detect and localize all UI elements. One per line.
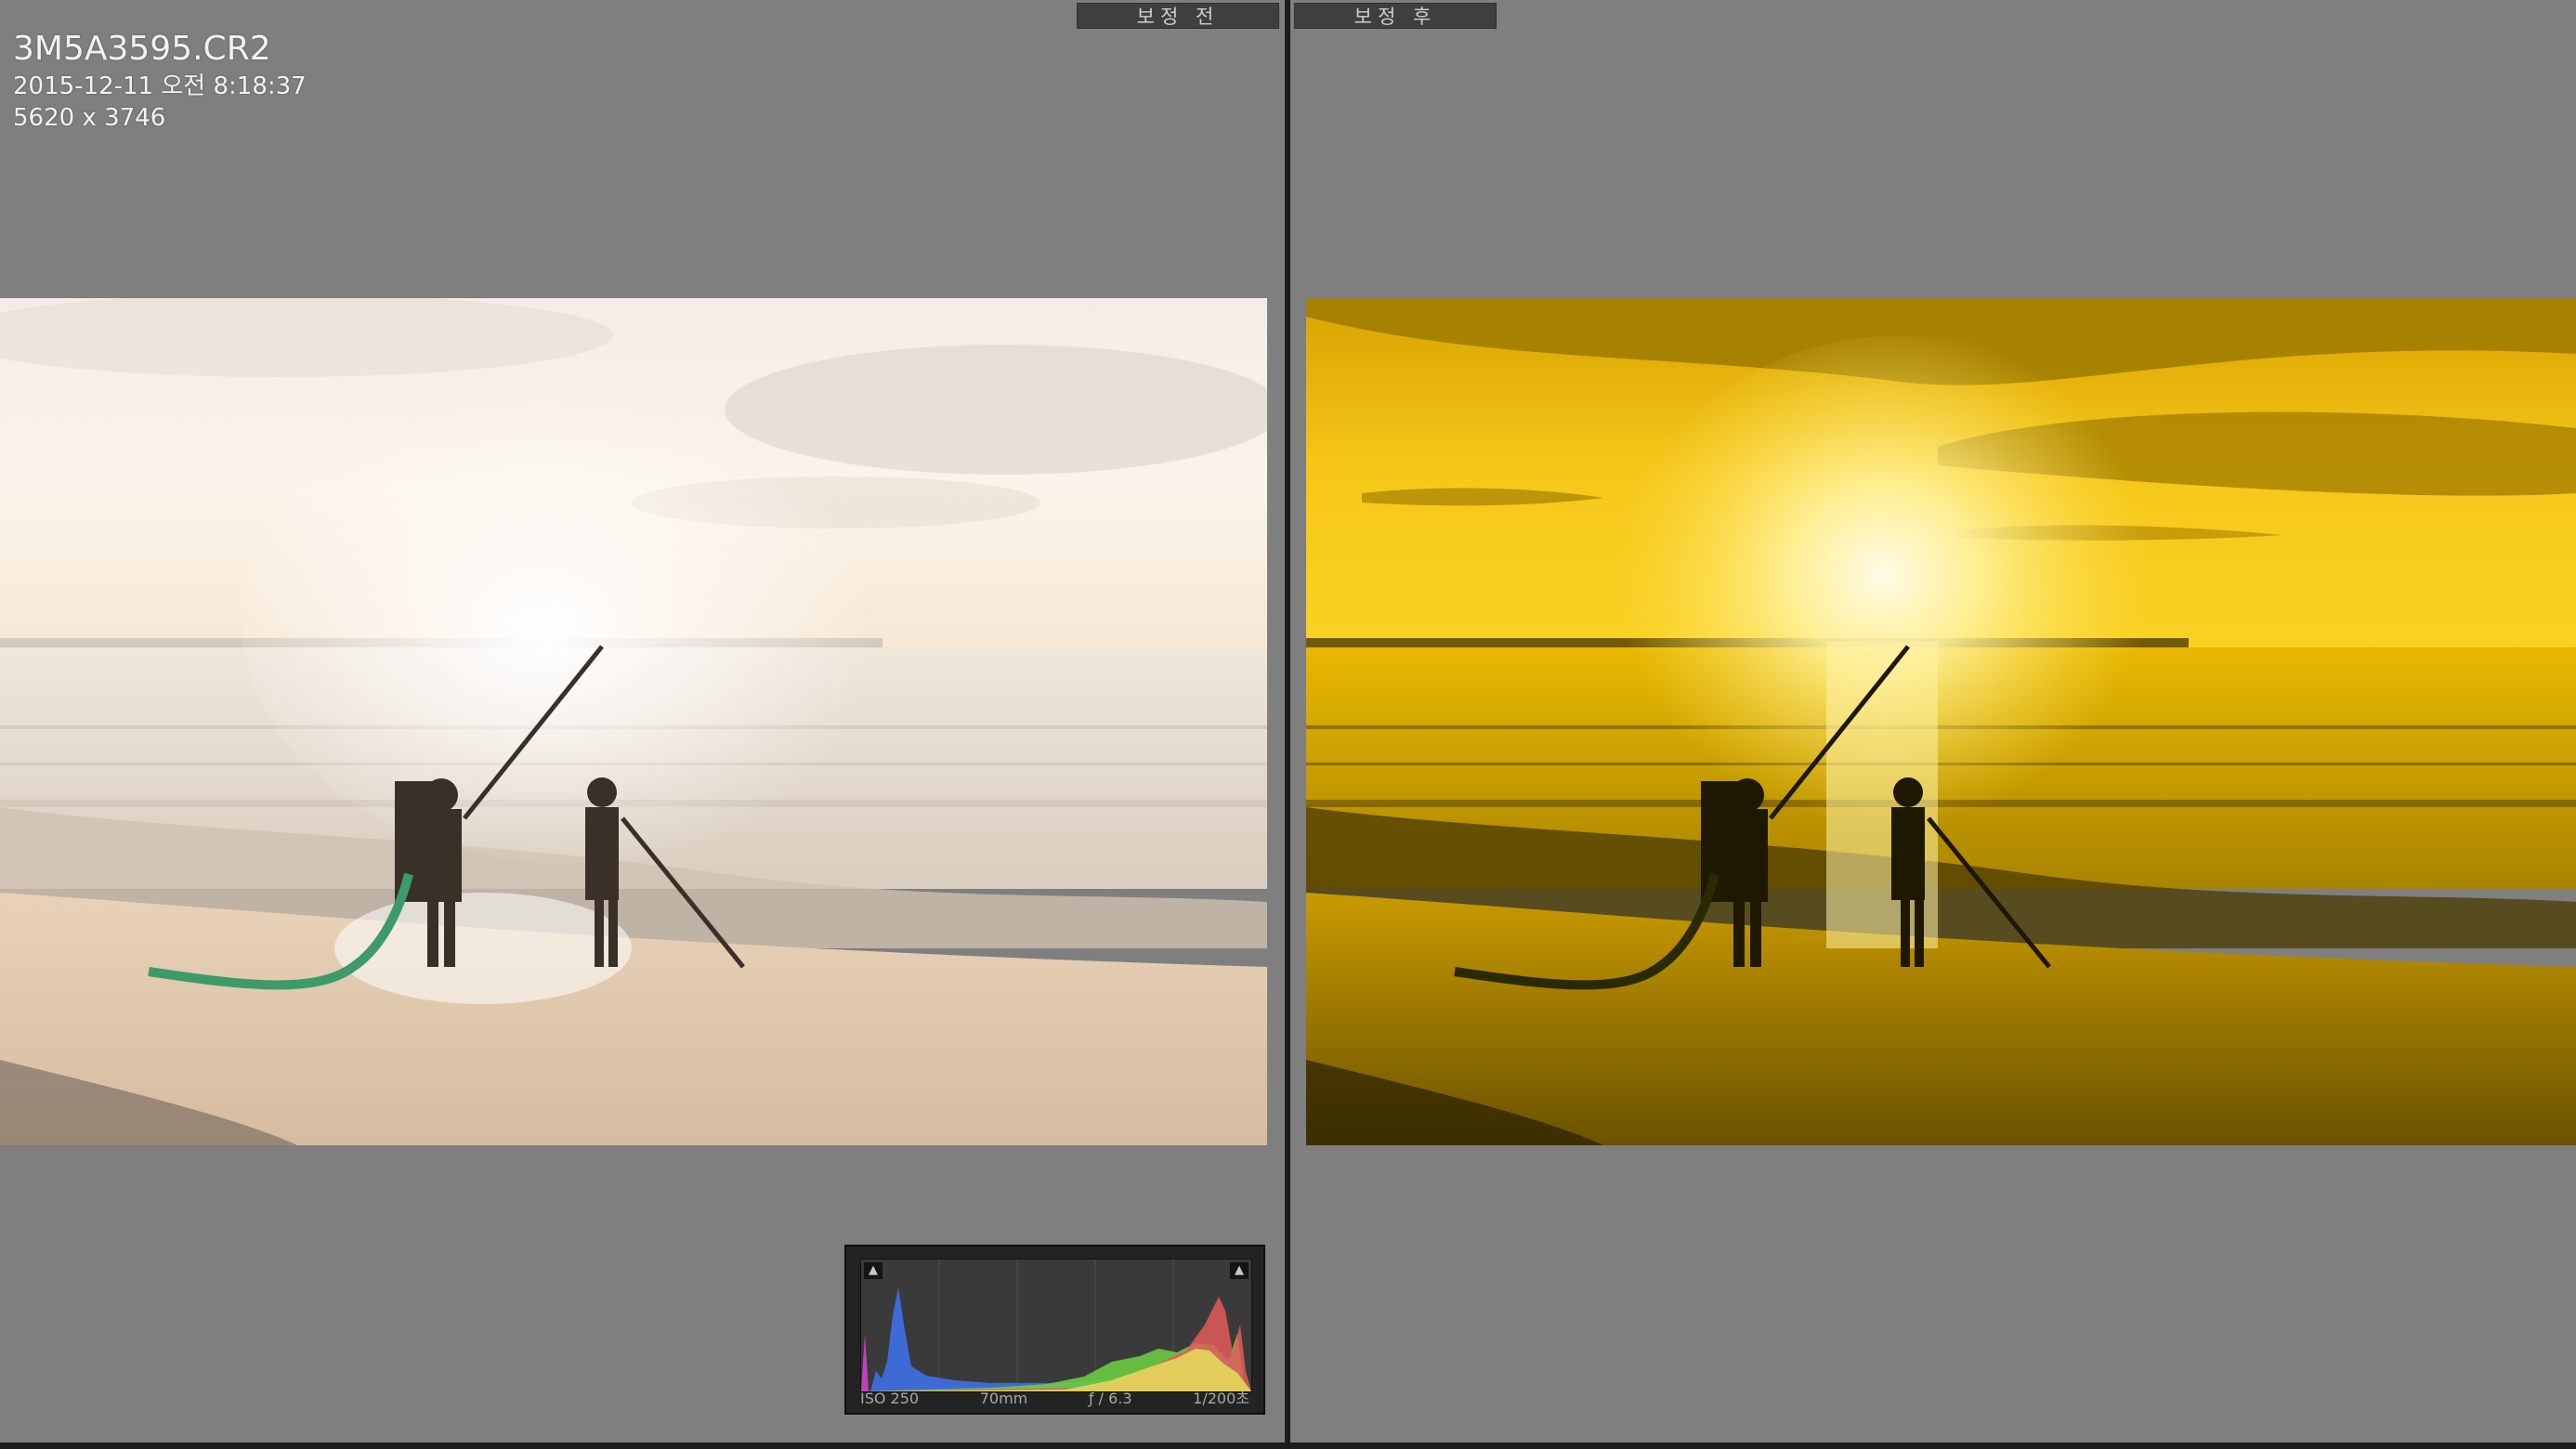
exif-aperture: ƒ / 6.3 <box>1088 1390 1132 1407</box>
file-name: 3M5A3595.CR2 <box>13 30 271 68</box>
before-photo[interactable] <box>0 298 1267 1145</box>
before-pane: 보정 전 3M5A3595.CR2 2015-12-11 오전 8:18:37 … <box>0 0 1285 1449</box>
exif-iso: ISO 250 <box>860 1390 920 1407</box>
histogram-panel: ▲ ▲ ISO 250 70mm ƒ / 6.3 1/200초 <box>844 1245 1265 1415</box>
bottom-border <box>0 1442 2576 1449</box>
image-dimensions: 5620 x 3746 <box>13 104 166 132</box>
before-after-divider[interactable] <box>1285 0 1290 1449</box>
after-photo[interactable] <box>1306 298 2576 1145</box>
after-tab[interactable]: 보정 후 <box>1294 3 1497 29</box>
before-tab[interactable]: 보정 전 <box>1077 3 1279 29</box>
exif-info-row: ISO 250 70mm ƒ / 6.3 1/200초 <box>860 1389 1249 1409</box>
highlight-clipping-toggle[interactable]: ▲ <box>1230 1262 1249 1279</box>
shadow-clipping-toggle[interactable]: ▲ <box>864 1262 883 1279</box>
before-photo-image <box>0 298 1267 1145</box>
after-photo-image <box>1306 298 2576 1145</box>
histogram-graph: ▲ ▲ <box>860 1259 1252 1392</box>
exif-shutter: 1/200초 <box>1193 1390 1249 1407</box>
capture-date: 2015-12-11 오전 8:18:37 <box>13 72 307 100</box>
photo-info-overlay: 3M5A3595.CR2 2015-12-11 오전 8:18:37 5620 … <box>13 28 307 134</box>
exif-focal-length: 70mm <box>979 1390 1028 1407</box>
histogram-curves <box>861 1260 1251 1391</box>
